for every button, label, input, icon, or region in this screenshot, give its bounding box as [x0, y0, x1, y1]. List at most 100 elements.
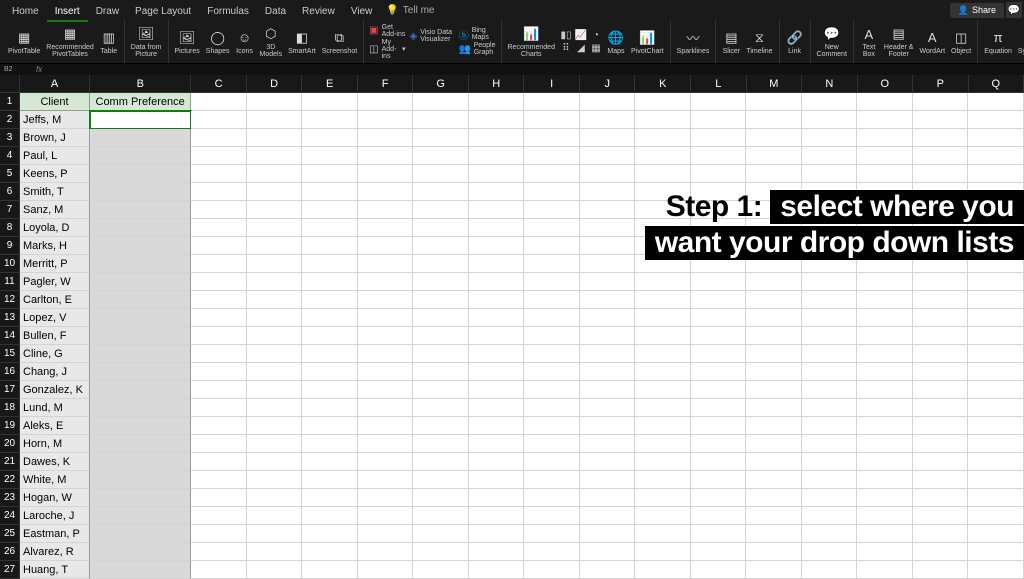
- shapes-button[interactable]: ◯Shapes: [203, 20, 233, 63]
- col-header-D[interactable]: D: [247, 75, 303, 93]
- visio-button[interactable]: ◈Visio Data Visualizer: [409, 29, 454, 43]
- cell-I21[interactable]: [524, 453, 580, 471]
- cell-G12[interactable]: [413, 291, 469, 309]
- cell-H6[interactable]: [469, 183, 525, 201]
- cell-M17[interactable]: [746, 381, 802, 399]
- col-header-F[interactable]: F: [358, 75, 414, 93]
- cell-M15[interactable]: [746, 345, 802, 363]
- chart-gallery[interactable]: ▮▯📈◔ ⠿◢▦: [558, 29, 604, 54]
- cell-N23[interactable]: [802, 489, 858, 507]
- cell-E17[interactable]: [302, 381, 358, 399]
- cell-K2[interactable]: [635, 111, 691, 129]
- cell-P9[interactable]: [913, 237, 969, 255]
- row-header-10[interactable]: 10: [0, 255, 20, 273]
- cell-D13[interactable]: [247, 309, 303, 327]
- cell-Q21[interactable]: [968, 453, 1024, 471]
- cell-Q24[interactable]: [968, 507, 1024, 525]
- cell-Q7[interactable]: [968, 201, 1024, 219]
- cell-Q26[interactable]: [968, 543, 1024, 561]
- cell-F19[interactable]: [358, 417, 414, 435]
- cell-P24[interactable]: [913, 507, 969, 525]
- cell-L15[interactable]: [691, 345, 747, 363]
- header-footer-button[interactable]: ▤Header & Footer: [881, 20, 917, 63]
- cell-K11[interactable]: [635, 273, 691, 291]
- cell-B1[interactable]: Comm Preference: [90, 93, 191, 111]
- cell-F12[interactable]: [358, 291, 414, 309]
- cell-H11[interactable]: [469, 273, 525, 291]
- cell-N21[interactable]: [802, 453, 858, 471]
- cell-H17[interactable]: [469, 381, 525, 399]
- cell-J16[interactable]: [580, 363, 636, 381]
- cell-K27[interactable]: [635, 561, 691, 579]
- cell-N14[interactable]: [802, 327, 858, 345]
- cell-J1[interactable]: [580, 93, 636, 111]
- cell-M18[interactable]: [746, 399, 802, 417]
- cell-H7[interactable]: [469, 201, 525, 219]
- cell-A8[interactable]: Loyola, D: [20, 219, 90, 237]
- cell-D25[interactable]: [247, 525, 303, 543]
- cell-J17[interactable]: [580, 381, 636, 399]
- cell-A17[interactable]: Gonzalez, K: [20, 381, 90, 399]
- cell-M1[interactable]: [746, 93, 802, 111]
- cell-M11[interactable]: [746, 273, 802, 291]
- cell-P10[interactable]: [913, 255, 969, 273]
- people-graph-button[interactable]: 👥People Graph: [459, 42, 496, 56]
- cell-J11[interactable]: [580, 273, 636, 291]
- cell-L23[interactable]: [691, 489, 747, 507]
- cell-K13[interactable]: [635, 309, 691, 327]
- cell-N10[interactable]: [802, 255, 858, 273]
- cell-B22[interactable]: [90, 471, 191, 489]
- cell-N18[interactable]: [802, 399, 858, 417]
- col-header-C[interactable]: C: [191, 75, 247, 93]
- cell-C7[interactable]: [191, 201, 247, 219]
- cell-Q8[interactable]: [968, 219, 1024, 237]
- cell-M26[interactable]: [746, 543, 802, 561]
- cell-D24[interactable]: [247, 507, 303, 525]
- cell-G7[interactable]: [413, 201, 469, 219]
- col-header-H[interactable]: H: [469, 75, 525, 93]
- cell-G19[interactable]: [413, 417, 469, 435]
- cell-M10[interactable]: [746, 255, 802, 273]
- cell-L17[interactable]: [691, 381, 747, 399]
- cell-K14[interactable]: [635, 327, 691, 345]
- cell-C4[interactable]: [191, 147, 247, 165]
- cell-B18[interactable]: [90, 399, 191, 417]
- cell-B3[interactable]: [90, 129, 191, 147]
- cell-P6[interactable]: [913, 183, 969, 201]
- cell-N26[interactable]: [802, 543, 858, 561]
- cell-J8[interactable]: [580, 219, 636, 237]
- cell-K23[interactable]: [635, 489, 691, 507]
- cell-C26[interactable]: [191, 543, 247, 561]
- cell-P15[interactable]: [913, 345, 969, 363]
- col-header-I[interactable]: I: [524, 75, 580, 93]
- row-header-18[interactable]: 18: [0, 399, 20, 417]
- cell-B10[interactable]: [90, 255, 191, 273]
- cell-G17[interactable]: [413, 381, 469, 399]
- cell-C5[interactable]: [191, 165, 247, 183]
- cell-F16[interactable]: [358, 363, 414, 381]
- cell-E21[interactable]: [302, 453, 358, 471]
- cell-C14[interactable]: [191, 327, 247, 345]
- cell-L9[interactable]: [691, 237, 747, 255]
- cell-B5[interactable]: [90, 165, 191, 183]
- cell-L27[interactable]: [691, 561, 747, 579]
- cell-C23[interactable]: [191, 489, 247, 507]
- cell-F21[interactable]: [358, 453, 414, 471]
- cell-O20[interactable]: [857, 435, 913, 453]
- cell-D8[interactable]: [247, 219, 303, 237]
- cell-L18[interactable]: [691, 399, 747, 417]
- cell-P17[interactable]: [913, 381, 969, 399]
- equation-button[interactable]: πEquation: [981, 20, 1015, 63]
- col-header-L[interactable]: L: [691, 75, 747, 93]
- cell-E19[interactable]: [302, 417, 358, 435]
- cell-A14[interactable]: Bullen, F: [20, 327, 90, 345]
- cell-Q25[interactable]: [968, 525, 1024, 543]
- recommended-pivottables-button[interactable]: ▦Recommended PivotTables: [43, 20, 96, 63]
- cell-E15[interactable]: [302, 345, 358, 363]
- cell-M3[interactable]: [746, 129, 802, 147]
- cell-F8[interactable]: [358, 219, 414, 237]
- row-header-3[interactable]: 3: [0, 129, 20, 147]
- cell-M21[interactable]: [746, 453, 802, 471]
- cell-B6[interactable]: [90, 183, 191, 201]
- cell-C10[interactable]: [191, 255, 247, 273]
